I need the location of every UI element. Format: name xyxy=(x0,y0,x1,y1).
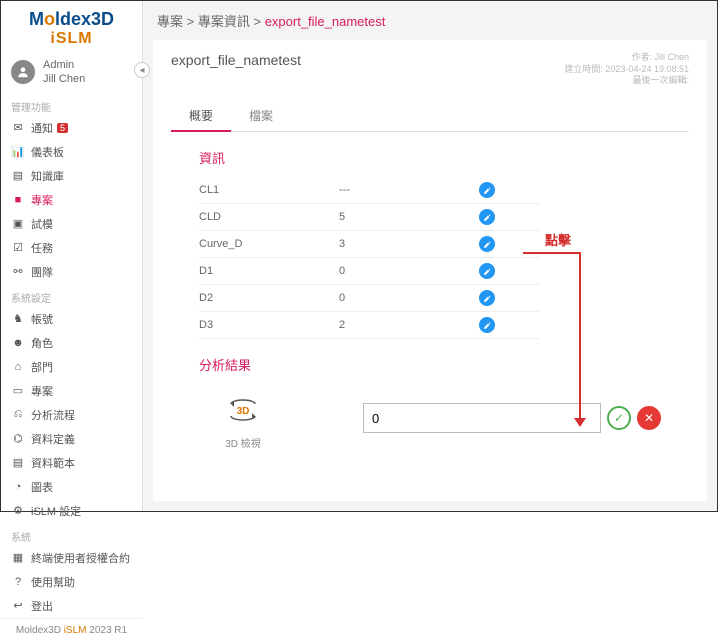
nav-logout[interactable]: ↩登出 xyxy=(1,594,142,618)
task-icon: ☑ xyxy=(11,241,25,254)
nav-project[interactable]: ■專案 xyxy=(1,188,142,212)
dept-icon: ⌂ xyxy=(11,361,25,373)
role-icon: ☻ xyxy=(11,337,25,349)
result-3d-view[interactable]: 3D 3D 檢視 xyxy=(199,386,287,460)
table-row: Curve_D3 xyxy=(199,231,539,258)
notify-badge: 5 xyxy=(57,123,68,133)
nav-template[interactable]: ▤資料範本 xyxy=(1,451,142,475)
nav-dept[interactable]: ⌂部門 xyxy=(1,355,142,379)
tab-overview[interactable]: 概要 xyxy=(171,101,231,132)
nav-dashboard[interactable]: 📊儀表板 xyxy=(1,140,142,164)
breadcrumb: 專案 > 專案資訊 > export_file_nametest xyxy=(143,1,717,40)
nav-islm[interactable]: ⚙iSLM 設定 xyxy=(1,499,142,523)
doc-icon: ▦ xyxy=(11,551,25,564)
cancel-button[interactable]: ✕ xyxy=(637,406,661,430)
nav-team[interactable]: ⚯團隊 xyxy=(1,260,142,284)
table-row: D20 xyxy=(199,285,539,312)
gear-icon: ⚙ xyxy=(11,504,25,517)
help-icon: ? xyxy=(11,576,25,588)
edit-button[interactable] xyxy=(479,209,495,225)
nav-task[interactable]: ☑任務 xyxy=(1,236,142,260)
nav-knowledge[interactable]: ▤知識庫 xyxy=(1,164,142,188)
edit-button[interactable] xyxy=(479,263,495,279)
rotate-3d-icon: 3D xyxy=(225,396,261,424)
nav-notify[interactable]: ✉通知5 xyxy=(1,116,142,140)
nav-account[interactable]: ♞帳號 xyxy=(1,307,142,331)
table-row: CL1--- xyxy=(199,177,539,204)
annotation-arrow-icon xyxy=(574,418,586,427)
edit-value-input[interactable] xyxy=(363,403,601,433)
edit-popup: ✓ ✕ xyxy=(363,403,661,433)
folder-icon: ■ xyxy=(11,194,25,206)
team-icon: ⚯ xyxy=(11,265,25,278)
edit-button[interactable] xyxy=(479,182,495,198)
table-row: D32 xyxy=(199,312,539,339)
bell-icon: ✉ xyxy=(11,121,25,134)
section-system: 系統設定 xyxy=(1,284,142,307)
folder2-icon: ▭ xyxy=(11,384,25,397)
svg-text:3D: 3D xyxy=(237,406,250,417)
table-row: CLD5 xyxy=(199,204,539,231)
logo: Moldex3D iSLM xyxy=(1,1,142,52)
page-title: export_file_nametest xyxy=(171,52,301,68)
chart-icon: ◔ xyxy=(11,481,25,493)
dashboard-icon: 📊 xyxy=(11,145,25,158)
result-heading: 分析結果 xyxy=(199,355,689,374)
nav-help[interactable]: ?使用幫助 xyxy=(1,570,142,594)
edit-button[interactable] xyxy=(479,290,495,306)
nav-mold[interactable]: ▣試模 xyxy=(1,212,142,236)
flow-icon: ⎌ xyxy=(11,408,25,421)
info-table: CL1--- CLD5 Curve_D3 D10 D20 D32 xyxy=(199,177,539,339)
version-label: Moldex3D iSLM 2023 R1 xyxy=(1,618,142,642)
logout-icon: ↩ xyxy=(11,599,25,612)
edit-button[interactable] xyxy=(479,236,495,252)
nav-role[interactable]: ☻角色 xyxy=(1,331,142,355)
tab-files[interactable]: 檔案 xyxy=(231,101,291,131)
nav-datadef[interactable]: ⌬資料定義 xyxy=(1,427,142,451)
page-meta: 作者: Jill Chen 建立時間: 2023-04-24 19:08:51 … xyxy=(564,52,689,87)
datadef-icon: ⌬ xyxy=(11,432,25,445)
annotation-label: 點擊 xyxy=(545,230,571,249)
nav-project2[interactable]: ▭專案 xyxy=(1,379,142,403)
section-sys: 系統 xyxy=(1,523,142,546)
table-row: D10 xyxy=(199,258,539,285)
mold-icon: ▣ xyxy=(11,217,25,230)
info-heading: 資訊 xyxy=(199,148,689,167)
user-role: Admin xyxy=(43,58,85,72)
template-icon: ▤ xyxy=(11,456,25,469)
collapse-sidebar-button[interactable]: ◂ xyxy=(134,62,150,78)
nav-chart[interactable]: ◔圖表 xyxy=(1,475,142,499)
avatar-icon xyxy=(11,60,35,84)
section-manage: 管理功能 xyxy=(1,93,142,116)
user-name: Jill Chen xyxy=(43,72,85,86)
nav-eula[interactable]: ▦終端使用者授權合約 xyxy=(1,546,142,570)
book-icon: ▤ xyxy=(11,169,25,182)
user-section: Admin Jill Chen ◂ xyxy=(1,52,142,93)
annotation-line xyxy=(579,252,581,420)
confirm-button[interactable]: ✓ xyxy=(607,406,631,430)
annotation-line xyxy=(523,252,581,254)
edit-button[interactable] xyxy=(479,317,495,333)
nav-flow[interactable]: ⎌分析流程 xyxy=(1,403,142,427)
account-icon: ♞ xyxy=(11,312,25,325)
